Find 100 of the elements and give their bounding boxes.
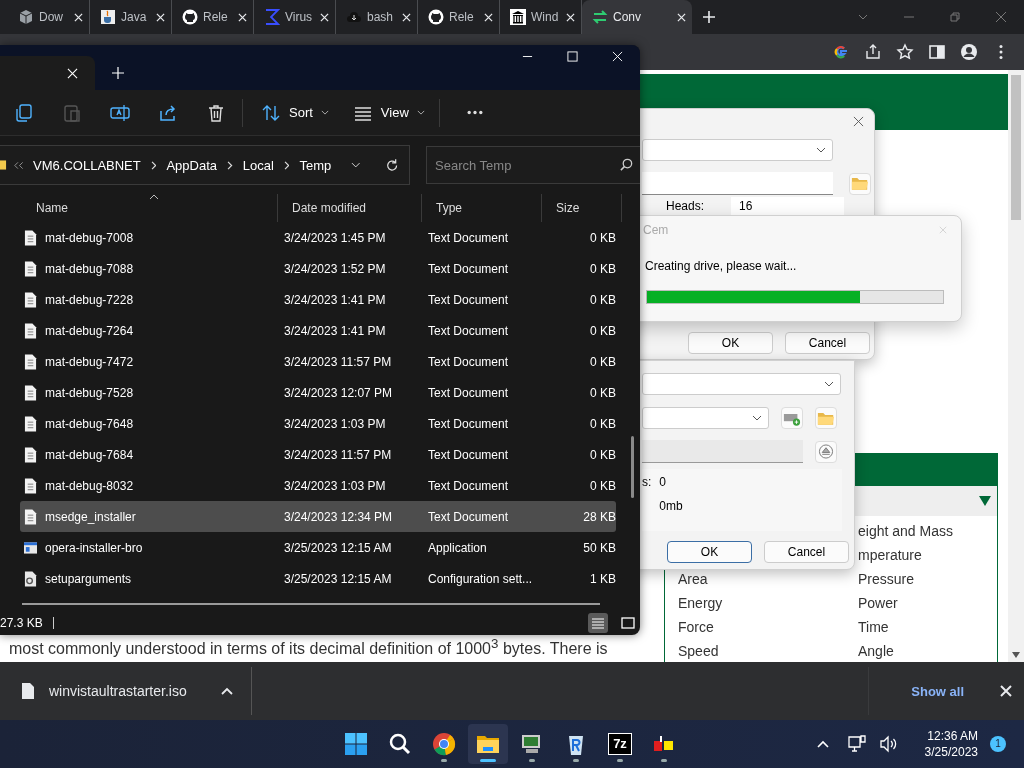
size-value: 0mb	[659, 499, 684, 513]
file-row[interactable]: opera-installer-bro 3/25/2023 12:15 AM Application 50 KB	[20, 532, 616, 563]
file-row[interactable]: mat-debug-7648 3/24/2023 1:03 PM Text Document 0 KB	[20, 408, 616, 439]
column-header[interactable]: Size	[542, 194, 622, 222]
share-icon[interactable]	[864, 43, 882, 61]
file-row[interactable]: msedge_installer 3/24/2023 12:34 PM Text Document 28 KB	[20, 501, 616, 532]
list-icon	[591, 616, 605, 630]
refresh-icon[interactable]	[384, 157, 399, 173]
browser-tab[interactable]: Conv	[582, 0, 692, 34]
network-icon[interactable]	[846, 734, 867, 754]
unit-link[interactable]: Pressure	[858, 567, 953, 591]
tiles-icon	[621, 616, 635, 630]
scroll-down-icon[interactable]	[1012, 652, 1020, 658]
file-row[interactable]: mat-debug-7528 3/24/2023 12:07 PM Text Document 0 KB	[20, 377, 616, 408]
heads-field[interactable]: 16	[731, 197, 844, 215]
g-logo-icon[interactable]	[832, 43, 850, 61]
file-row[interactable]: mat-debug-7228 3/24/2023 1:41 PM Text Document 0 KB	[20, 284, 616, 315]
size-cell-text: 0 KB	[589, 478, 616, 493]
more-icon[interactable]	[465, 110, 484, 115]
view-button[interactable]: View	[350, 98, 427, 127]
image-field[interactable]	[642, 440, 803, 463]
volume-icon[interactable]	[878, 734, 899, 754]
unit-link[interactable]: Time	[858, 615, 953, 639]
address-bar[interactable]: VM6.COLLABNET AppData Local Temp	[0, 145, 410, 185]
breadcrumb[interactable]: Local	[242, 157, 274, 173]
file-name: mat-debug-7472	[45, 354, 134, 369]
maximize-icon[interactable]	[567, 51, 578, 62]
unit-link[interactable]: Power	[858, 591, 953, 615]
search-icon	[388, 732, 412, 756]
sort-button[interactable]: Sort	[259, 98, 331, 127]
date-cell-text: 3/24/2023 1:45 PM	[283, 230, 387, 245]
file-row[interactable]: mat-debug-8032 3/24/2023 1:03 PM Text Document 0 KB	[20, 470, 616, 501]
show-all-button[interactable]: Show all	[909, 679, 966, 703]
add-drive-button[interactable]	[781, 407, 803, 429]
download-name[interactable]: winvistaultrastarter.iso	[49, 683, 187, 699]
breadcrumb[interactable]: Temp	[299, 157, 332, 173]
date-cell-text: 3/24/2023 1:52 PM	[283, 261, 387, 276]
scrollbar[interactable]	[631, 436, 634, 498]
unit-link[interactable]: Angle	[858, 639, 953, 663]
file-row[interactable]: mat-debug-7684 3/24/2023 11:57 PM Text Document 0 KB	[20, 439, 616, 470]
unit-link[interactable]: Area	[678, 567, 858, 591]
rename-icon	[110, 102, 130, 123]
taskbar-app[interactable]	[468, 724, 508, 764]
file-name: mat-debug-7264	[45, 323, 134, 338]
double-chevron-icon	[13, 160, 24, 170]
caret-up-icon[interactable]	[220, 687, 233, 695]
column-header[interactable]: Name	[22, 194, 278, 222]
chevron-right-icon	[283, 160, 290, 170]
dialog-button[interactable]: OK	[667, 541, 752, 563]
scrollbar-thumb[interactable]	[1011, 75, 1021, 220]
unit-link[interactable]: Speed	[678, 639, 858, 663]
chevron-down-icon[interactable]	[351, 162, 361, 168]
date-cell-text: 3/24/2023 12:34 PM	[283, 509, 394, 524]
status-text: 27.3 KB	[0, 616, 43, 630]
file-row[interactable]: setuparguments 3/25/2023 12:15 AM Configuration sett... 1 KB	[20, 563, 616, 594]
unit-link[interactable]: Energy	[678, 591, 858, 615]
document-icon	[24, 322, 37, 339]
eject-button[interactable]	[815, 440, 837, 463]
profile-icon[interactable]	[960, 43, 978, 61]
file-row[interactable]: mat-debug-7088 3/24/2023 1:52 PM Text Document 0 KB	[20, 253, 616, 284]
sigma-icon	[264, 9, 280, 25]
cloud-icon	[346, 9, 362, 25]
file-row[interactable]: mat-debug-7264 3/24/2023 1:41 PM Text Document 0 KB	[20, 315, 616, 346]
chevron-down-icon	[416, 110, 425, 115]
chevron-down-icon	[816, 147, 826, 153]
dialog-button[interactable]: Cancel	[785, 332, 870, 354]
file-name: mat-debug-7008	[45, 230, 134, 245]
document-icon	[24, 508, 37, 525]
building-icon	[510, 9, 526, 25]
unit-link[interactable]: Force	[678, 615, 858, 639]
cube-icon	[18, 9, 34, 25]
chevron-down-icon	[824, 381, 834, 387]
new-tab-icon[interactable]	[702, 10, 716, 24]
details-view-button[interactable]	[588, 613, 608, 633]
file-row[interactable]: mat-debug-7472 3/24/2023 11:57 PM Text Document 0 KB	[20, 346, 616, 377]
column-header[interactable]: Date modified	[278, 194, 422, 222]
dialog-button[interactable]: Cancel	[764, 541, 849, 563]
column-header[interactable]: Type	[422, 194, 542, 222]
file-row[interactable]: mat-debug-7008 3/24/2023 1:45 PM Text Document 0 KB	[20, 222, 616, 253]
file-name: mat-debug-7684	[45, 447, 134, 462]
clock[interactable]: 12:36 AM 3/25/2023	[924, 728, 978, 760]
size-cell-text: 1 KB	[589, 571, 616, 586]
path-field[interactable]	[642, 172, 833, 195]
date-cell-text: 3/24/2023 1:03 PM	[283, 478, 387, 493]
star-icon[interactable]	[896, 43, 914, 61]
breadcrumb[interactable]: VM6.COLLABNET	[33, 157, 141, 173]
unit-link[interactable]: eight and Mass	[858, 519, 953, 543]
clock-date: 3/25/2023	[924, 744, 978, 760]
notification-badge[interactable]: 1	[990, 736, 1006, 752]
size-cell-text: 0 KB	[589, 261, 616, 276]
search-field[interactable]: Search Temp	[426, 146, 640, 184]
sidebar-icon[interactable]	[928, 43, 946, 61]
taskbar-app[interactable]: 7z	[600, 724, 640, 764]
file-name: mat-debug-7088	[45, 261, 134, 276]
dialog-button[interactable]: OK	[688, 332, 773, 354]
scrollbar[interactable]	[1008, 70, 1024, 662]
unit-link[interactable]: mperature	[858, 543, 953, 567]
breadcrumb[interactable]: AppData	[166, 157, 217, 173]
restore-icon[interactable]	[949, 11, 961, 23]
size-cell-text: 0 KB	[589, 230, 616, 245]
